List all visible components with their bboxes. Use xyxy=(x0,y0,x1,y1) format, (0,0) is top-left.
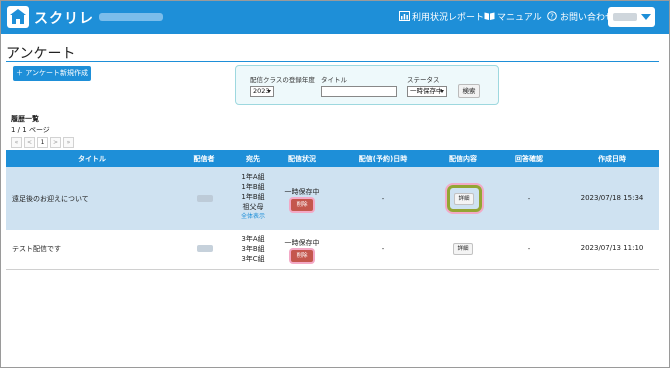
delete-button[interactable]: 削除 xyxy=(291,199,313,211)
table-header: タイトル 配信者 宛先 配信状況 配信(予約)日時 配信内容 回答確認 作成日時 xyxy=(6,150,659,167)
row-title[interactable]: テスト配信です xyxy=(12,244,61,254)
chevron-down-icon xyxy=(267,90,271,93)
pager-prev-button[interactable]: < xyxy=(24,137,35,148)
nav-contact[interactable]: ? お問い合わせ xyxy=(547,10,614,23)
scheduled-time: - xyxy=(381,195,385,203)
nav-manual-label: マニュアル xyxy=(497,13,542,23)
year-label: 配信クラスの登録年度 xyxy=(250,76,315,84)
table-row[interactable] xyxy=(6,230,659,269)
title-divider xyxy=(6,61,659,62)
status-select-value: 一時保存中 xyxy=(410,87,443,95)
pager-page-button[interactable]: 1 xyxy=(37,137,48,148)
scheduled-time: - xyxy=(381,245,385,253)
user-name-redacted xyxy=(613,13,637,21)
answer-check: - xyxy=(527,195,531,203)
table-bottom-divider xyxy=(6,269,659,270)
chevron-down-icon xyxy=(440,90,444,93)
delete-button[interactable]: 削除 xyxy=(291,250,313,262)
col-answer: 回答確認 xyxy=(515,155,543,163)
col-sender: 配信者 xyxy=(193,155,215,163)
filter-panel: 配信クラスの登録年度 2023 タイトル ステータス 一時保存中 検索 xyxy=(235,65,499,105)
pager-first-button[interactable]: « xyxy=(11,137,22,148)
destination-item: 3年B組 xyxy=(241,245,265,253)
title-filter-label: タイトル xyxy=(321,76,347,84)
col-title: タイトル xyxy=(78,155,106,163)
top-bar: スクリレ 利用状況レポート マニュアル ? お問い合わせ xyxy=(1,1,669,34)
history-heading: 履歴一覧 xyxy=(11,115,39,123)
help-icon: ? xyxy=(547,11,557,21)
window: スクリレ 利用状況レポート マニュアル ? お問い合わせ アンケート ＋ アンケ… xyxy=(0,0,670,368)
detail-button[interactable]: 詳細 xyxy=(453,243,473,255)
school-logo-icon[interactable] xyxy=(7,6,29,28)
chart-icon xyxy=(399,11,410,21)
page-title: アンケート xyxy=(6,46,76,62)
book-icon xyxy=(484,12,495,20)
destination-item: 1年B組 xyxy=(241,183,265,191)
status-filter-label: ステータス xyxy=(407,76,440,84)
table-row[interactable] xyxy=(6,167,659,230)
nav-usage-report[interactable]: 利用状況レポート xyxy=(399,10,484,23)
nav-contact-label: お問い合わせ xyxy=(560,13,615,23)
school-name-redacted xyxy=(99,13,163,21)
col-created: 作成日時 xyxy=(598,155,626,163)
svg-text:?: ? xyxy=(550,13,554,21)
search-button[interactable]: 検索 xyxy=(458,84,480,98)
sender-redacted xyxy=(197,195,213,202)
destination-list: 3年A組 3年B組 3年C組 xyxy=(241,234,264,264)
created-time: 2023/07/18 15:34 xyxy=(580,194,644,202)
destination-item: 1年A組 xyxy=(241,173,265,181)
status-text: 一時保存中 xyxy=(284,239,320,247)
show-all-link[interactable]: 全体表示 xyxy=(241,212,265,222)
app-title[interactable]: スクリレ xyxy=(34,8,94,28)
destination-item: 1年B組 xyxy=(241,193,265,201)
created-time: 2023/07/13 11:10 xyxy=(580,244,644,252)
destination-list: 1年A組 1年B組 1年B組 祖父母 全体表示 xyxy=(241,172,265,222)
pager-last-button[interactable]: » xyxy=(63,137,74,148)
col-content: 配信内容 xyxy=(449,155,477,163)
detail-button[interactable]: 詳細 xyxy=(454,193,474,205)
pagination: « < 1 > » xyxy=(11,137,76,149)
destination-item: 3年A組 xyxy=(241,235,265,243)
nav-manual[interactable]: マニュアル xyxy=(484,10,542,23)
sender-redacted xyxy=(197,245,213,252)
col-status: 配信状況 xyxy=(288,155,316,163)
nav-usage-report-label: 利用状況レポート xyxy=(412,13,485,23)
destination-item: 祖父母 xyxy=(242,203,264,211)
caret-down-icon xyxy=(641,14,651,20)
year-select[interactable]: 2023 xyxy=(250,86,274,97)
status-select[interactable]: 一時保存中 xyxy=(407,86,447,97)
col-scheduled: 配信(予約)日時 xyxy=(358,155,408,163)
pager-next-button[interactable]: > xyxy=(50,137,61,148)
page-count: 1 / 1 ページ xyxy=(11,126,50,134)
status-text: 一時保存中 xyxy=(284,188,320,196)
row-title[interactable]: 遠足後のお迎えについて xyxy=(12,194,89,204)
answer-check: - xyxy=(527,245,531,253)
destination-item: 3年C組 xyxy=(241,255,265,263)
user-menu-button[interactable] xyxy=(608,7,655,27)
col-destination: 宛先 xyxy=(246,155,260,163)
new-survey-button[interactable]: ＋ アンケート新規作成 xyxy=(13,66,91,81)
title-filter-input[interactable] xyxy=(321,86,397,97)
